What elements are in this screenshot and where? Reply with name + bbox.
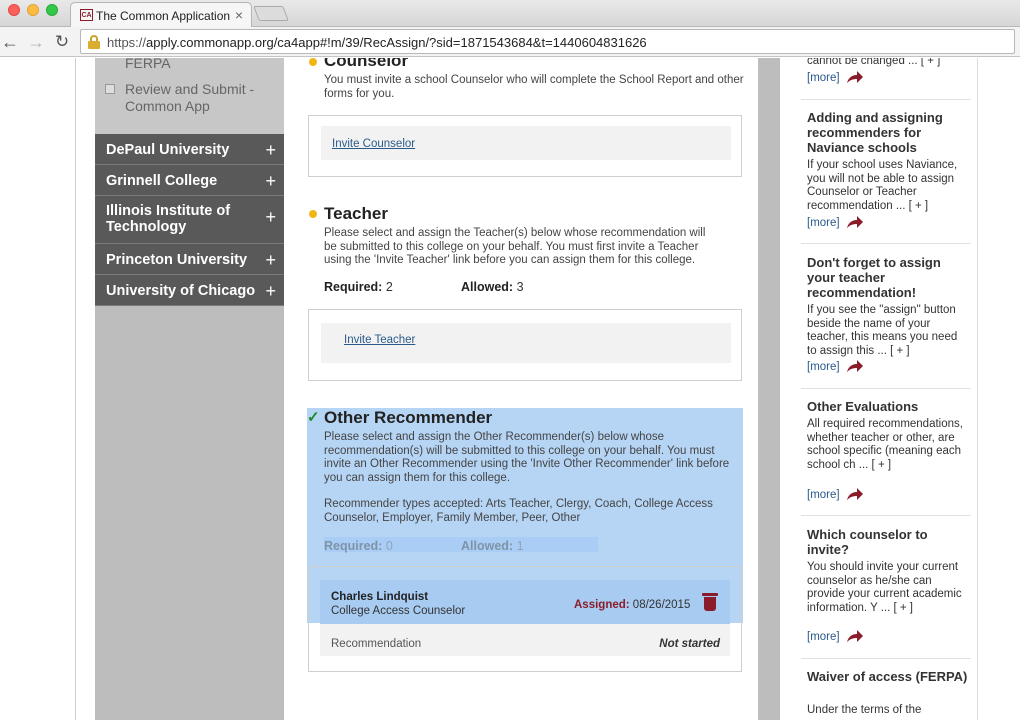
tip-divider xyxy=(801,388,971,389)
tip-top-snippet: cannot be changed ... [ + ] xyxy=(807,58,941,67)
tip-body: If you see the "assign" button beside th… xyxy=(807,304,958,357)
browser-toolbar: ← → ↻ https://apply.commonapp.org/ca4app… xyxy=(0,27,1020,57)
other-recommender-title: Other Recommender xyxy=(324,408,493,427)
college-name: Princeton University xyxy=(106,252,248,268)
tip-title: Which counselor to invite? xyxy=(807,527,928,557)
status-dot-icon xyxy=(309,58,317,66)
reload-icon[interactable]: ↻ xyxy=(52,32,72,52)
counselor-title: Counselor xyxy=(324,58,409,70)
tip-body: If your school uses Naviance, you will n… xyxy=(807,159,958,212)
recommender-type: College Access Counselor xyxy=(331,605,466,617)
sidebar-college-princeton[interactable]: Princeton University + xyxy=(95,244,284,275)
forward-arrow-icon[interactable]: → xyxy=(26,32,46,52)
share-arrow-icon[interactable] xyxy=(846,70,864,84)
sidebar-college-depaul[interactable]: DePaul University + xyxy=(95,134,284,165)
url-text: https://apply.commonapp.org/ca4app#!m/39… xyxy=(107,35,647,50)
share-arrow-icon[interactable] xyxy=(846,359,864,373)
tab-close-icon[interactable]: × xyxy=(235,7,243,23)
tip-title: Adding and assigning recommenders for Na… xyxy=(807,110,943,155)
new-tab-button[interactable] xyxy=(253,6,289,21)
left-divider xyxy=(75,58,76,720)
expand-plus-icon[interactable]: + xyxy=(265,281,276,302)
sidebar-college-uchicago[interactable]: University of Chicago + xyxy=(95,275,284,306)
tip-title: Waiver of access (FERPA) xyxy=(807,669,968,684)
right-divider xyxy=(977,58,978,720)
expand-plus-icon[interactable]: + xyxy=(265,250,276,271)
invite-teacher-link[interactable]: Invite Teacher xyxy=(344,334,415,346)
address-bar[interactable]: https://apply.commonapp.org/ca4app#!m/39… xyxy=(80,29,1015,54)
sidebar-college-grinnell[interactable]: Grinnell College + xyxy=(95,165,284,196)
tip-title: Don't forget to assign your teacher reco… xyxy=(807,255,941,300)
sidebar-item-review-submit[interactable]: Review and Submit - Common App xyxy=(125,81,275,115)
tip-title: Other Evaluations xyxy=(807,399,919,414)
tip-body: All required recommendations, whether te… xyxy=(807,418,963,471)
teacher-title: Teacher xyxy=(324,204,388,223)
expand-plus-icon[interactable]: + xyxy=(265,140,276,161)
tip-divider xyxy=(801,99,971,100)
other-recommender-description: Please select and assign the Other Recom… xyxy=(324,431,730,484)
tip-body: You should invite your current counselor… xyxy=(807,561,962,614)
tip-more-link[interactable]: [more] xyxy=(807,361,840,373)
other-required: Required: 0 xyxy=(324,539,393,553)
tip-divider xyxy=(801,515,971,516)
college-name: University of Chicago xyxy=(106,283,256,299)
browser-titlebar: CA The Common Application × xyxy=(0,0,1020,27)
minimize-window-button[interactable] xyxy=(27,4,39,16)
lock-icon xyxy=(88,35,100,49)
college-sidebar: FERPA Review and Submit - Common App DeP… xyxy=(95,58,284,720)
sidebar-common-app-section: FERPA Review and Submit - Common App xyxy=(95,58,284,134)
recommender-types: Recommender types accepted: Arts Teacher… xyxy=(324,498,713,524)
help-tips-panel: cannot be changed ... [ + ] [more] Addin… xyxy=(789,58,977,720)
back-arrow-icon[interactable]: ← xyxy=(0,32,20,52)
share-arrow-icon[interactable] xyxy=(846,629,864,643)
sidebar-item-ferpa[interactable]: FERPA xyxy=(125,58,171,71)
zoom-window-button[interactable] xyxy=(46,4,58,16)
college-name: Illinois Institute of Technology xyxy=(106,203,231,235)
complete-check-icon: ✓ xyxy=(307,409,320,426)
teacher-description: Please select and assign the Teacher(s) … xyxy=(324,227,706,266)
teacher-box: Invite Teacher xyxy=(308,309,742,381)
review-checkbox-icon xyxy=(105,84,115,94)
close-window-button[interactable] xyxy=(8,4,20,16)
trash-icon[interactable] xyxy=(702,593,718,611)
college-name: Grinnell College xyxy=(106,173,218,189)
teacher-required: Required: 2 xyxy=(324,280,393,294)
tip-more-link[interactable]: [more] xyxy=(807,72,840,84)
expand-plus-icon[interactable]: + xyxy=(265,208,276,226)
share-arrow-icon[interactable] xyxy=(846,215,864,229)
counselor-box: Invite Counselor xyxy=(308,115,742,177)
counselor-description: You must invite a school Counselor who w… xyxy=(324,74,744,100)
tip-body: Under the terms of the xyxy=(807,704,922,716)
tab-title: The Common Application xyxy=(96,9,231,23)
invite-counselor-link[interactable]: Invite Counselor xyxy=(332,138,415,150)
recommendation-label: Recommendation xyxy=(331,638,422,650)
commonapp-favicon-icon: CA xyxy=(80,9,93,21)
share-arrow-icon[interactable] xyxy=(846,487,864,501)
teacher-allowed: Allowed: 3 xyxy=(461,280,524,294)
recommenders-main: Counselor You must invite a school Couns… xyxy=(284,58,758,720)
college-name: DePaul University xyxy=(106,142,230,158)
tip-divider xyxy=(801,658,971,659)
expand-plus-icon[interactable]: + xyxy=(265,171,276,192)
other-allowed: Allowed: 1 xyxy=(461,539,524,553)
status-dot-icon xyxy=(309,210,317,218)
browser-tab[interactable]: CA The Common Application × xyxy=(70,2,252,27)
tip-more-link[interactable]: [more] xyxy=(807,631,840,643)
page-content: FERPA Review and Submit - Common App DeP… xyxy=(0,58,1020,720)
recommendation-status: Not started xyxy=(659,638,720,650)
tip-more-link[interactable]: [more] xyxy=(807,217,840,229)
sidebar-college-iit[interactable]: Illinois Institute of Technology + xyxy=(95,196,284,244)
recommender-name: Charles Lindquist xyxy=(331,591,429,603)
assigned-date: Assigned: 08/26/2015 xyxy=(574,599,691,611)
tip-divider xyxy=(801,243,971,244)
recommender-card[interactable]: Charles Lindquist College Access Counsel… xyxy=(320,580,730,656)
tip-more-link[interactable]: [more] xyxy=(807,489,840,501)
right-gutter xyxy=(758,58,780,720)
